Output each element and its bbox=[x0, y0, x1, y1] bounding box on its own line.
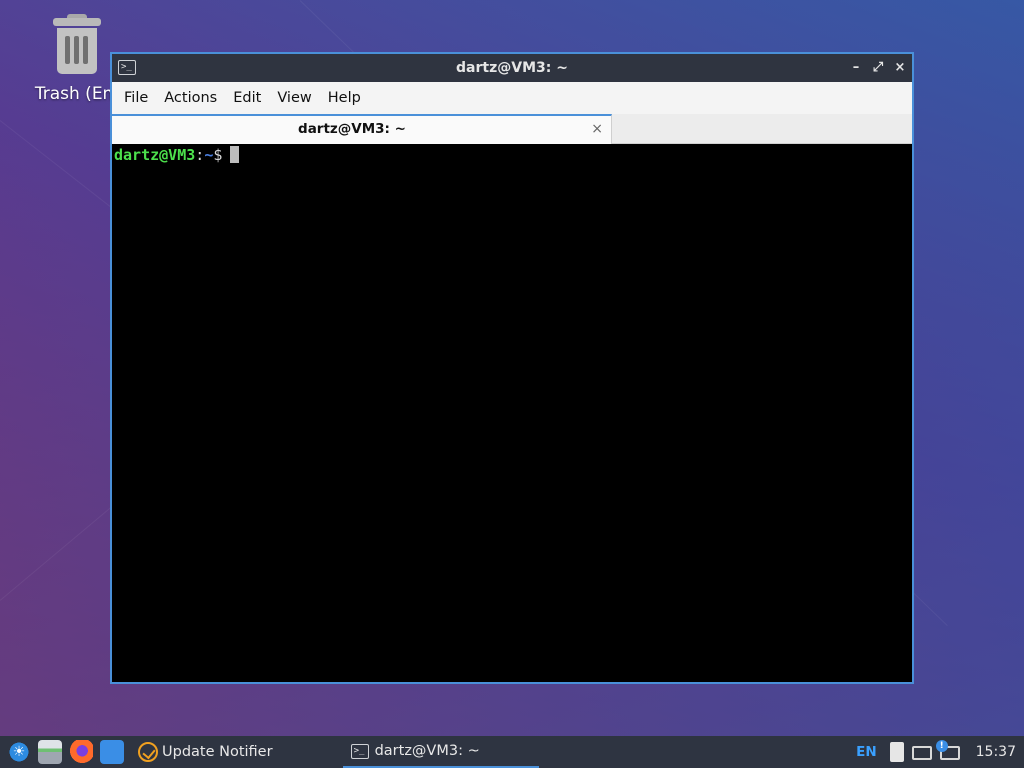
maximize-button[interactable]: ⤢ bbox=[870, 60, 886, 76]
minimize-button[interactable]: – bbox=[848, 60, 864, 76]
window-title: dartz@VM3: ~ bbox=[456, 60, 568, 76]
terminal-window: >_ dartz@VM3: ~ – ⤢ × File Actions Edit … bbox=[110, 52, 914, 684]
system-tray: EN 15:37 bbox=[856, 736, 1024, 768]
task-label: dartz@VM3: ~ bbox=[374, 743, 480, 759]
keyboard-layout-indicator[interactable]: EN bbox=[856, 744, 877, 760]
firefox-icon[interactable] bbox=[69, 740, 93, 764]
text-cursor bbox=[230, 146, 240, 163]
prompt-symbol: $ bbox=[213, 146, 223, 164]
terminal-area[interactable]: dartz@VM3:~$ bbox=[112, 144, 912, 682]
clipboard-icon[interactable] bbox=[889, 742, 904, 762]
tab-bar: dartz@VM3: ~ × bbox=[112, 114, 912, 144]
menu-view[interactable]: View bbox=[269, 82, 319, 114]
tab-terminal[interactable]: dartz@VM3: ~ × bbox=[112, 114, 612, 144]
terminal-icon[interactable]: >_ bbox=[118, 60, 136, 75]
clock[interactable]: 15:37 bbox=[976, 744, 1016, 760]
prompt-user: dartz@VM3 bbox=[114, 146, 196, 164]
window-titlebar[interactable]: >_ dartz@VM3: ~ – ⤢ × bbox=[112, 54, 912, 82]
prompt-path: ~ bbox=[204, 146, 214, 164]
tab-close-icon[interactable]: × bbox=[591, 121, 603, 137]
task-terminal[interactable]: >_ dartz@VM3: ~ bbox=[342, 736, 539, 768]
tab-label: dartz@VM3: ~ bbox=[298, 121, 406, 137]
menubar: File Actions Edit View Help bbox=[112, 82, 912, 114]
file-manager-icon[interactable] bbox=[38, 740, 62, 764]
network-icon[interactable] bbox=[911, 746, 932, 760]
close-button[interactable]: × bbox=[892, 60, 908, 76]
show-desktop-icon[interactable] bbox=[100, 740, 124, 764]
task-update-notifier[interactable]: Update Notifier bbox=[132, 736, 279, 768]
task-label: Update Notifier bbox=[162, 744, 273, 760]
prompt-separator: : bbox=[195, 146, 205, 164]
taskbar: ☀ Update Notifier >_ dartz@VM3: ~ EN 15:… bbox=[0, 736, 1024, 768]
menu-actions[interactable]: Actions bbox=[156, 82, 225, 114]
update-notifier-icon bbox=[138, 742, 158, 762]
menu-help[interactable]: Help bbox=[320, 82, 369, 114]
menu-file[interactable]: File bbox=[116, 82, 156, 114]
start-menu-icon[interactable]: ☀ bbox=[7, 740, 31, 764]
window-controls: – ⤢ × bbox=[848, 54, 908, 82]
terminal-icon: >_ bbox=[350, 743, 369, 759]
menu-edit[interactable]: Edit bbox=[225, 82, 269, 114]
trash-icon bbox=[49, 14, 105, 78]
update-alert-icon[interactable] bbox=[935, 740, 960, 760]
